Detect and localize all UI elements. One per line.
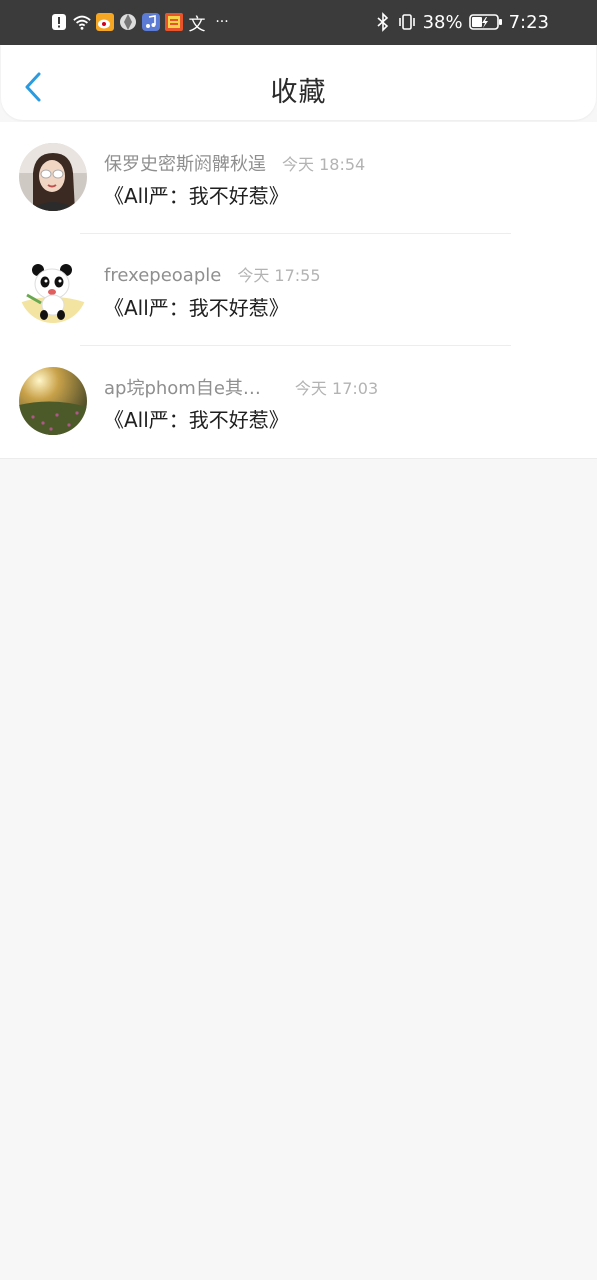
alert-icon	[50, 13, 68, 31]
avatar[interactable]	[19, 255, 87, 323]
timestamp: 今天 17:03	[294, 379, 379, 398]
bluetooth-icon	[377, 11, 391, 33]
list-bottom-border	[0, 458, 597, 459]
item-meta: ap垸phom自e其… 今天 17:03	[104, 374, 378, 400]
favorite-item[interactable]: frexepeoaple 今天 17:55 《All严：我不好惹》	[0, 234, 597, 346]
status-bar-notifications: 文 ···	[50, 11, 233, 35]
book-title[interactable]: 《All严：我不好惹》	[104, 292, 289, 321]
avatar[interactable]	[19, 367, 87, 435]
nav-bar: 收藏	[1, 45, 596, 120]
battery-charging-icon	[468, 11, 503, 33]
item-meta: 保罗史密斯阏髀秋逞 今天 18:54	[104, 150, 365, 176]
favorite-item[interactable]: ap垸phom自e其… 今天 17:03 《All严：我不好惹》	[0, 346, 597, 458]
battery-percent: 38%	[422, 11, 463, 33]
translate-icon: 文	[188, 14, 206, 35]
favorite-item[interactable]: 保罗史密斯阏髀秋逞 今天 18:54 《All严：我不好惹》	[0, 122, 597, 234]
item-meta: frexepeoaple 今天 17:55	[104, 262, 321, 286]
weibo-icon	[96, 13, 114, 31]
status-bar-system: 38% 7:23	[377, 10, 549, 34]
author-name[interactable]: ap垸phom自e其…	[104, 374, 261, 400]
wifi-icon	[73, 13, 91, 31]
status-bar: 文 ··· 38% 7:23	[0, 0, 597, 45]
more-notifications-icon: ···	[215, 14, 229, 30]
music-icon	[142, 13, 160, 31]
book-title[interactable]: 《All严：我不好惹》	[104, 180, 289, 209]
reading-app-icon	[165, 13, 183, 31]
page-title: 收藏	[270, 77, 327, 108]
timestamp: 今天 18:54	[282, 155, 366, 174]
vibrate-icon	[397, 11, 417, 33]
browser-icon	[119, 13, 137, 31]
timestamp: 今天 17:55	[237, 266, 321, 285]
author-name[interactable]: 保罗史密斯阏髀秋逞	[104, 150, 266, 176]
book-title[interactable]: 《All严：我不好惹》	[104, 404, 289, 433]
clock: 7:23	[508, 11, 549, 33]
author-name[interactable]: frexepeoaple	[104, 265, 221, 286]
avatar[interactable]	[19, 143, 87, 211]
favorites-list: 保罗史密斯阏髀秋逞 今天 18:54 《All严：我不好惹》 frexepeoa…	[0, 122, 597, 459]
